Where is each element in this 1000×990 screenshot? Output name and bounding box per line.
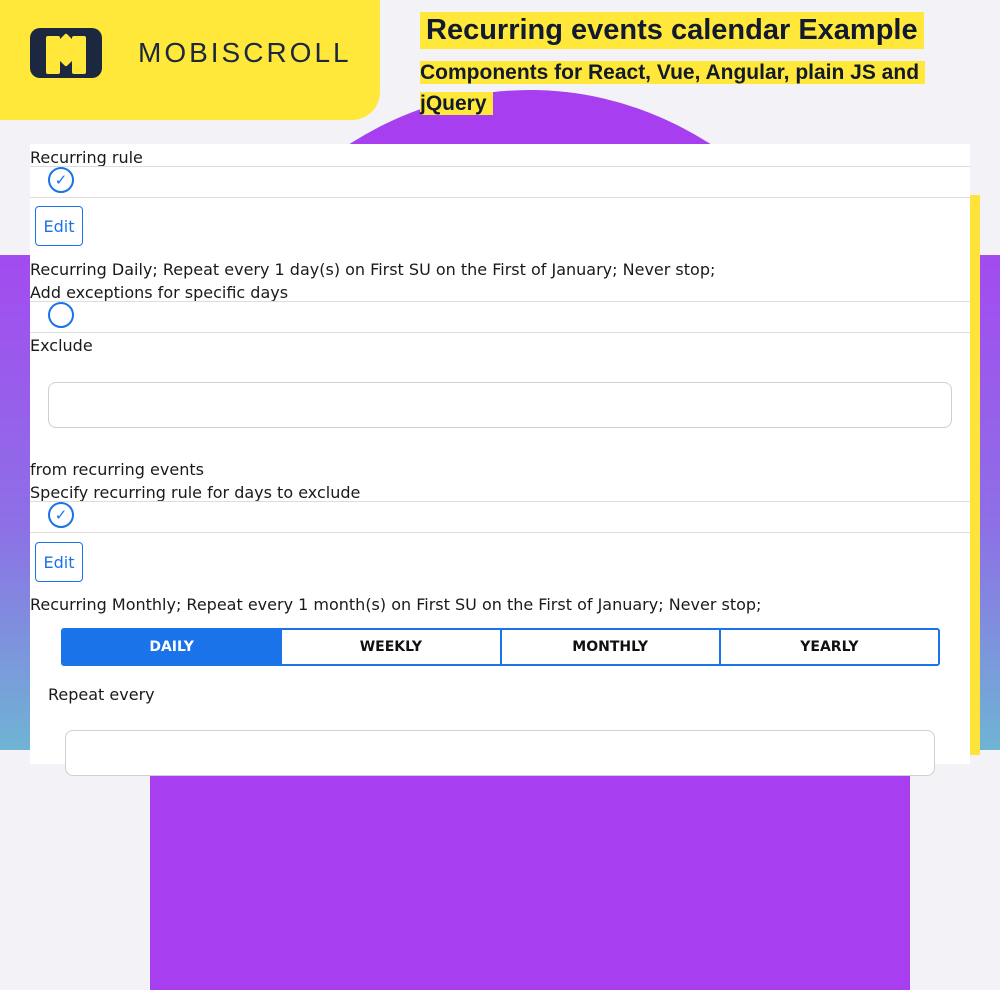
brand-name: MOBISCROLL: [138, 37, 352, 68]
mobiscroll-logo-icon: [30, 28, 102, 78]
exclude-rule-summary: Recurring Monthly; Repeat every 1 month(…: [30, 595, 762, 614]
page-header: Recurring events calendar Example Compon…: [420, 12, 940, 119]
recurrence-form: Recurring rule ✓ Edit Recurring Daily; R…: [30, 144, 970, 776]
rule-summary: Recurring Daily; Repeat every 1 day(s) o…: [30, 260, 716, 279]
exclude-rule-row[interactable]: ✓: [30, 501, 970, 533]
tab-weekly[interactable]: WEEKLY: [280, 630, 500, 664]
page-subtitle: Components for React, Vue, Angular, plai…: [420, 57, 940, 119]
page-title: Recurring events calendar Example: [420, 12, 924, 49]
edit-rule-button[interactable]: Edit: [35, 206, 83, 246]
exceptions-label: Add exceptions for specific days: [30, 283, 289, 302]
exclude-rule-label: Specify recurring rule for days to exclu…: [30, 483, 361, 502]
recurring-rule-row[interactable]: ✓: [30, 166, 970, 198]
edit-exclude-rule-button[interactable]: Edit: [35, 542, 83, 582]
tab-daily[interactable]: DAILY: [63, 630, 281, 664]
exclude-dates-input[interactable]: [48, 382, 952, 428]
exclude-rule-checkbox[interactable]: ✓: [48, 502, 74, 528]
checkmark-icon: ✓: [54, 171, 68, 189]
frequency-selector: DAILY WEEKLY MONTHLY YEARLY: [61, 628, 940, 666]
brand-logo[interactable]: MOBISCROLL: [30, 28, 352, 78]
from-recurring-label: from recurring events: [30, 460, 204, 479]
recurring-rule-label: Recurring rule: [30, 148, 143, 167]
repeat-every-label: Repeat every: [48, 685, 155, 704]
exclude-label: Exclude: [30, 336, 93, 355]
exceptions-checkbox[interactable]: [48, 302, 74, 328]
page-subtitle-text: Components for React, Vue, Angular, plai…: [420, 61, 926, 115]
recurring-rule-checkbox[interactable]: ✓: [48, 167, 74, 193]
exceptions-row[interactable]: [30, 301, 970, 333]
tab-yearly[interactable]: YEARLY: [718, 630, 938, 664]
checkmark-icon: ✓: [54, 506, 68, 524]
tab-monthly[interactable]: MONTHLY: [499, 630, 719, 664]
repeat-every-input[interactable]: [65, 730, 935, 776]
